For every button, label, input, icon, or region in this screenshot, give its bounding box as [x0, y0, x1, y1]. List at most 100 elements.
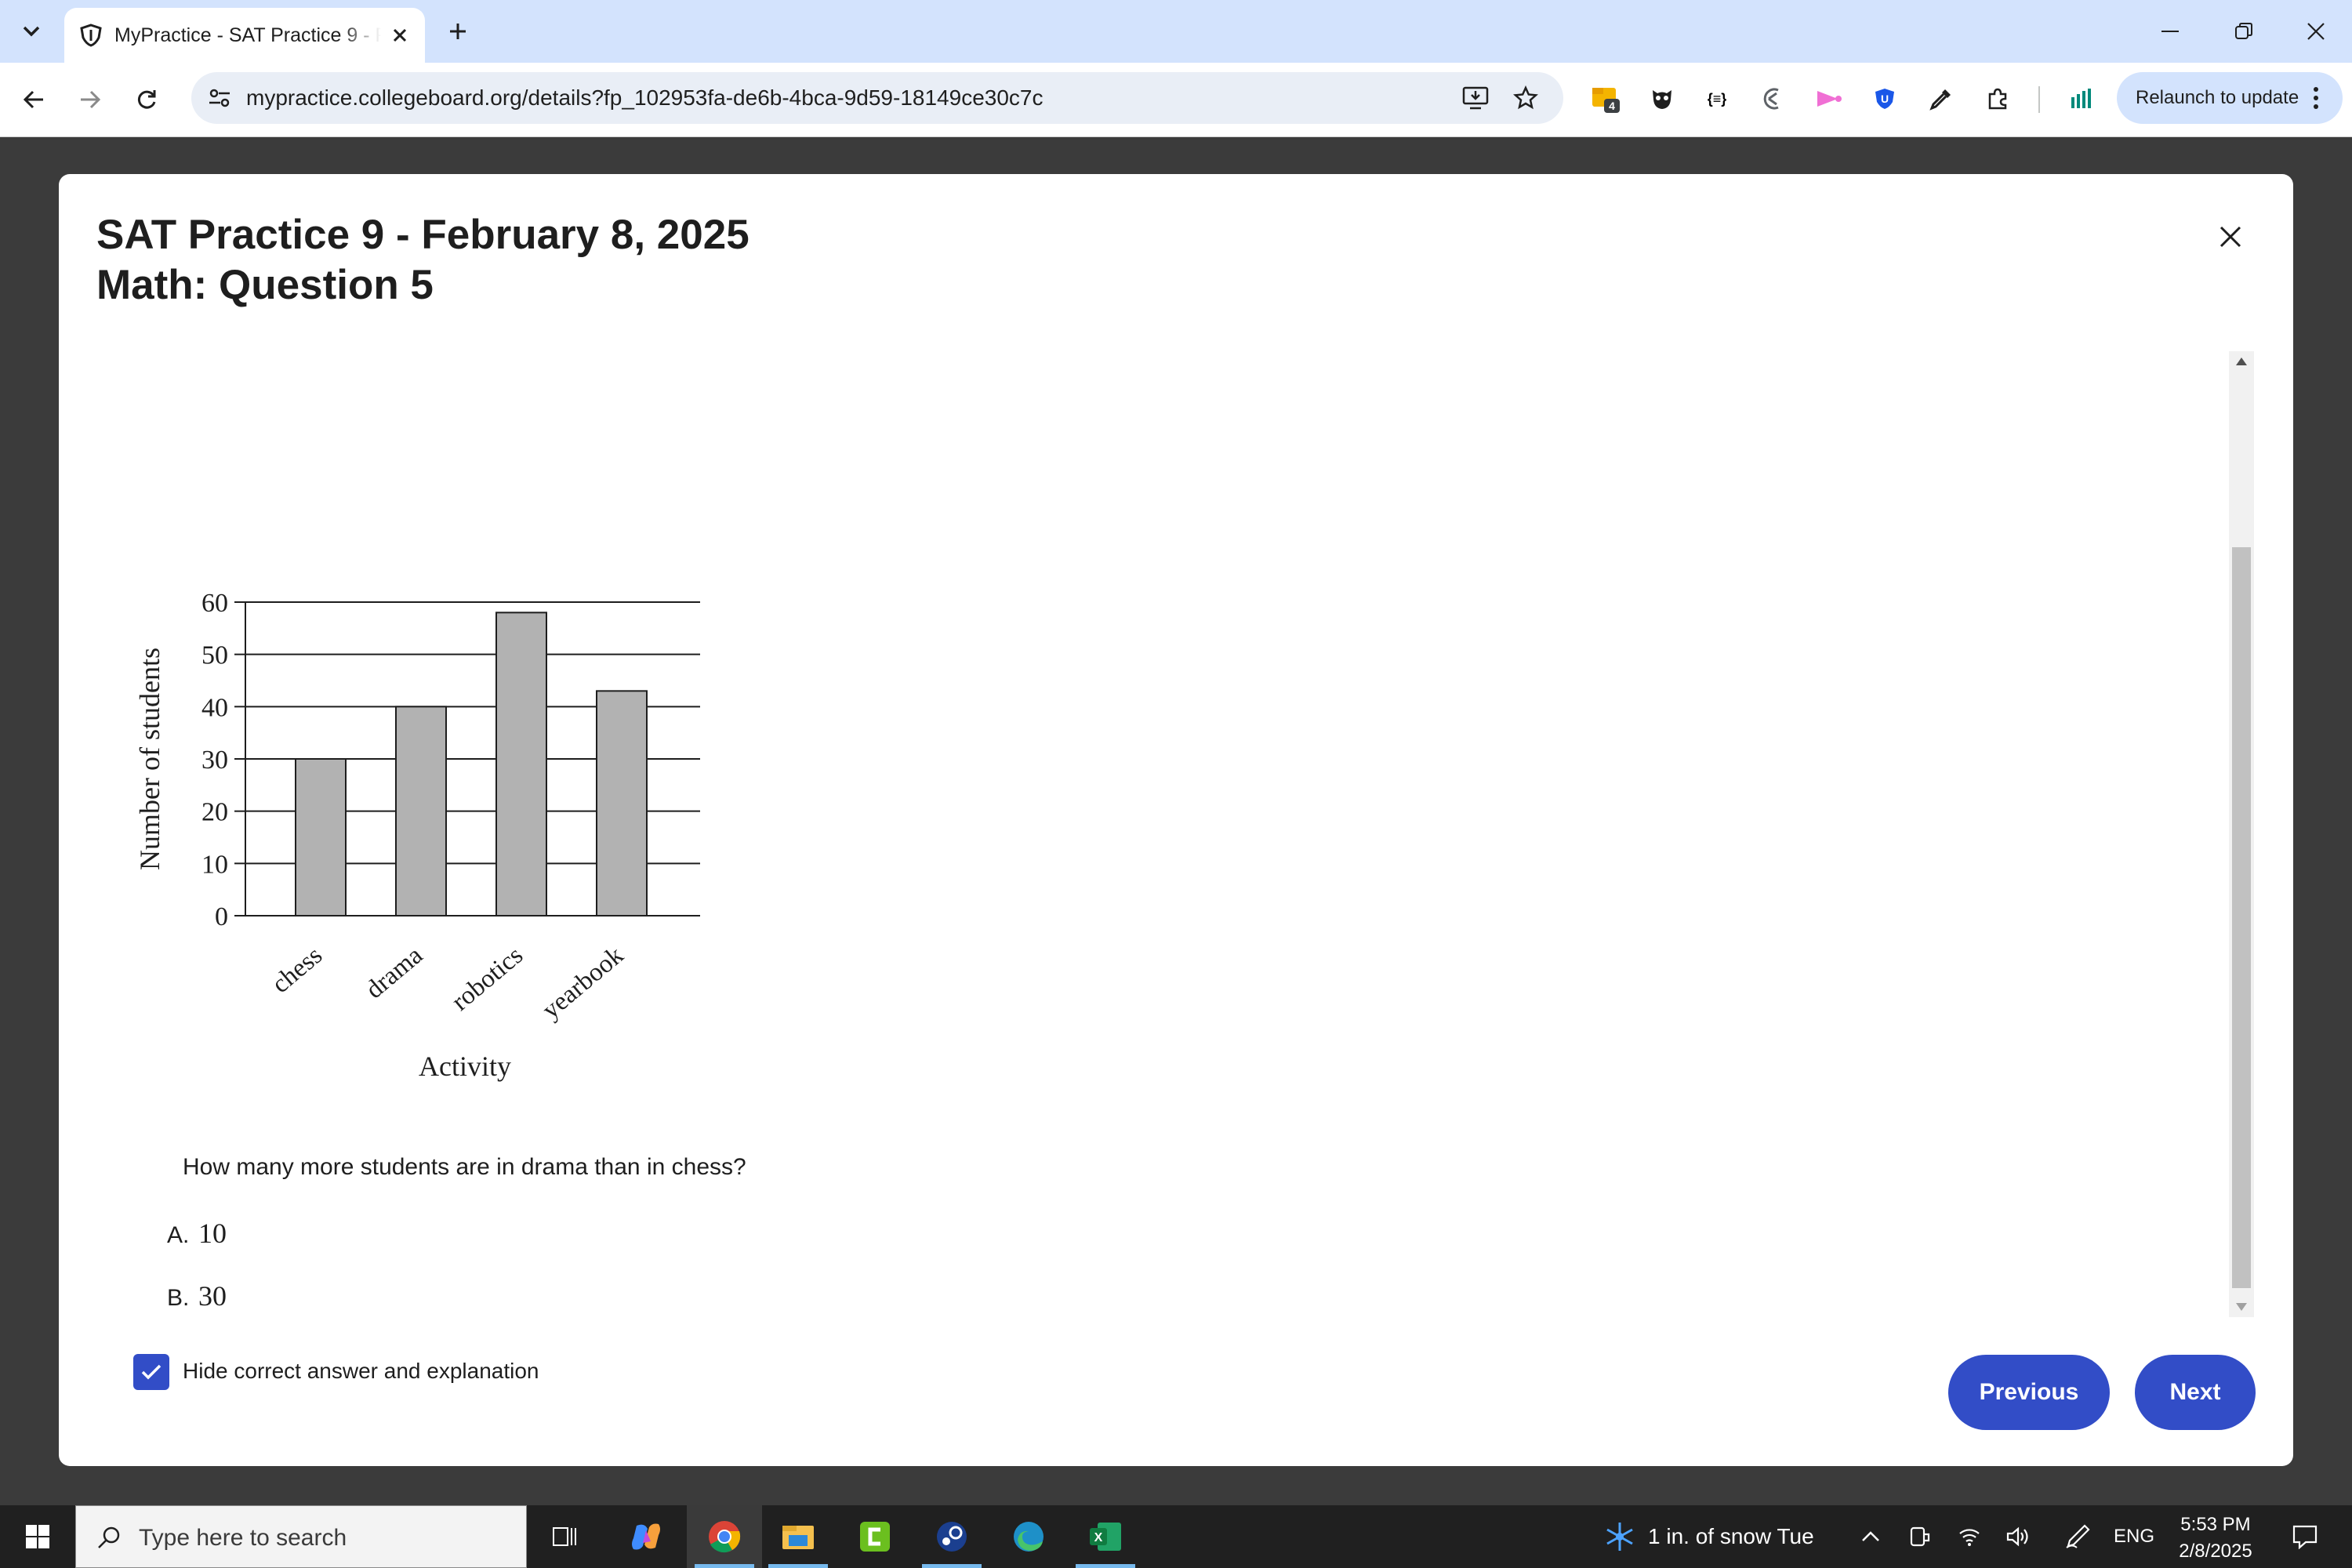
camtasia-app[interactable]	[837, 1505, 913, 1568]
y-tick-label: 0	[215, 902, 228, 931]
tab-title: MyPractice - SAT Practice 9 - February 8…	[114, 24, 381, 46]
task-view-icon	[553, 1527, 576, 1546]
scroll-up-arrow-icon[interactable]	[2229, 351, 2254, 372]
task-view-button[interactable]	[527, 1505, 602, 1568]
show-hidden-icons-button[interactable]	[1853, 1505, 1888, 1568]
modal-title-line1: SAT Practice 9 - February 8, 2025	[96, 212, 750, 258]
file-explorer-app[interactable]	[760, 1505, 836, 1568]
extension-folder-icon[interactable]: 4	[1587, 80, 1624, 118]
hide-answer-label[interactable]: Hide correct answer and explanation	[183, 1359, 539, 1384]
search-placeholder: Type here to search	[139, 1525, 347, 1551]
edge-app[interactable]	[991, 1505, 1066, 1568]
bar-robotics	[495, 612, 547, 916]
taskbar-search-box[interactable]: Type here to search	[75, 1505, 527, 1568]
taskbar-clock[interactable]: 5:53 PM 2/8/2025	[2161, 1512, 2270, 1565]
checkmark-icon	[141, 1364, 162, 1380]
back-arrow-icon	[23, 90, 43, 109]
browser-toolbar: mypractice.collegeboard.org/details?fp_1…	[0, 63, 2352, 137]
camtasia-icon	[860, 1522, 890, 1552]
x-axis-title: Activity	[419, 1051, 511, 1082]
choice-value: 10	[198, 1218, 227, 1249]
content-scrollbar[interactable]	[2229, 351, 2254, 1317]
excel-app[interactable]: X	[1068, 1505, 1143, 1568]
next-button[interactable]: Next	[2135, 1355, 2256, 1430]
tab-search-button[interactable]	[13, 13, 50, 50]
svg-text:4: 4	[1609, 100, 1615, 112]
bar-chess	[295, 758, 347, 916]
extensions-puzzle-icon[interactable]	[1979, 80, 2016, 118]
bar-chart-extension-icon[interactable]	[2062, 80, 2100, 118]
weather-widget-icon[interactable]	[1598, 1505, 1642, 1568]
restore-button[interactable]	[2225, 13, 2263, 50]
y-axis-title: Number of students	[134, 648, 165, 870]
forward-button[interactable]	[71, 80, 110, 119]
url-text[interactable]: mypractice.collegeboard.org/details?fp_1…	[246, 85, 1043, 111]
restore-icon	[2235, 23, 2252, 39]
minimize-button[interactable]	[2151, 13, 2189, 50]
address-bar[interactable]: mypractice.collegeboard.org/details?fp_1…	[191, 72, 1563, 124]
answer-choice-a[interactable]: A. 10	[167, 1217, 227, 1250]
screencast-extension-icon[interactable]	[1809, 80, 1847, 118]
y-tick-label: 30	[201, 746, 228, 775]
active-tab[interactable]: MyPractice - SAT Practice 9 - February 8…	[64, 8, 425, 63]
notification-icon	[2292, 1525, 2318, 1549]
bar-drama	[395, 706, 447, 916]
modal-close-button[interactable]	[2211, 217, 2250, 256]
shield-favicon-icon	[77, 21, 105, 49]
weather-text[interactable]: 1 in. of snow Tue	[1648, 1524, 1814, 1549]
notifications-button[interactable]	[2281, 1505, 2328, 1568]
hide-answer-checkbox[interactable]	[133, 1354, 169, 1390]
y-tick-label: 50	[201, 641, 228, 670]
meet-now-icon[interactable]	[1902, 1505, 1936, 1568]
shield-u-extension-icon[interactable]: U	[1866, 80, 1904, 118]
x-tick-label: robotics	[447, 942, 529, 1017]
svg-text:X: X	[1094, 1531, 1103, 1544]
question-content: 0 10 20 30 40 50 60 chess drama robotics yearbook A…	[96, 354, 2276, 1311]
back-button[interactable]	[14, 80, 53, 119]
reload-icon	[137, 90, 156, 109]
json-extension-icon[interactable]: {≡}	[1698, 80, 1736, 118]
pen-menu-icon[interactable]	[2057, 1505, 2098, 1568]
language-indicator[interactable]: ENG	[2109, 1505, 2159, 1568]
bar-chart: 0 10 20 30 40 50 60 chess drama robotics yearbook A…	[134, 589, 700, 1082]
toolbar-divider	[2038, 86, 2040, 113]
bookmark-star-icon[interactable]	[1510, 82, 1541, 114]
volume-icon[interactable]	[2001, 1505, 2035, 1568]
copilot-app[interactable]	[608, 1505, 684, 1568]
tab-close-button[interactable]	[386, 21, 414, 49]
question-text: How many more students are in drama than…	[183, 1154, 746, 1180]
steam-app[interactable]	[914, 1505, 989, 1568]
windows-logo-icon	[26, 1525, 49, 1548]
tab-strip: MyPractice - SAT Practice 9 - February 8…	[0, 0, 2352, 63]
y-tick-label: 20	[201, 798, 228, 827]
cursive-extension-icon[interactable]	[1753, 80, 1791, 118]
new-tab-button[interactable]	[441, 14, 475, 49]
site-info-icon[interactable]	[204, 82, 235, 114]
window-close-button[interactable]	[2297, 13, 2335, 50]
steam-icon	[937, 1522, 967, 1552]
copilot-icon	[632, 1523, 660, 1550]
relaunch-to-update-button[interactable]: Relaunch to update	[2117, 72, 2343, 124]
network-icon[interactable]	[1952, 1505, 1987, 1568]
modal-title: SAT Practice 9 - February 8, 2025 Math: …	[96, 210, 750, 310]
chevron-up-icon	[1862, 1531, 1879, 1541]
kebab-menu-icon[interactable]	[2300, 82, 2332, 114]
install-app-icon[interactable]	[1460, 82, 1491, 114]
plus-icon	[450, 24, 466, 39]
eyedropper-extension-icon[interactable]	[1922, 80, 1960, 118]
choice-value: 30	[198, 1280, 227, 1311]
forward-arrow-icon	[81, 90, 101, 109]
answer-choice-b[interactable]: B. 30	[167, 1279, 227, 1311]
scroll-down-arrow-icon[interactable]	[2229, 1297, 2254, 1317]
owl-extension-icon[interactable]	[1643, 80, 1681, 118]
start-button[interactable]	[0, 1505, 75, 1568]
taskbar: Type here to search X 1 in. of snow Tue	[0, 1505, 2352, 1568]
scrollbar-thumb[interactable]	[2232, 547, 2251, 1288]
clock-date: 2/8/2025	[2179, 1541, 2252, 1562]
reload-button[interactable]	[127, 80, 166, 119]
chrome-app[interactable]	[687, 1505, 762, 1568]
edge-icon	[1014, 1522, 1044, 1552]
previous-button[interactable]: Previous	[1948, 1355, 2110, 1430]
question-modal: SAT Practice 9 - February 8, 2025 Math: …	[59, 174, 2293, 1466]
y-tick-label: 60	[201, 589, 228, 618]
